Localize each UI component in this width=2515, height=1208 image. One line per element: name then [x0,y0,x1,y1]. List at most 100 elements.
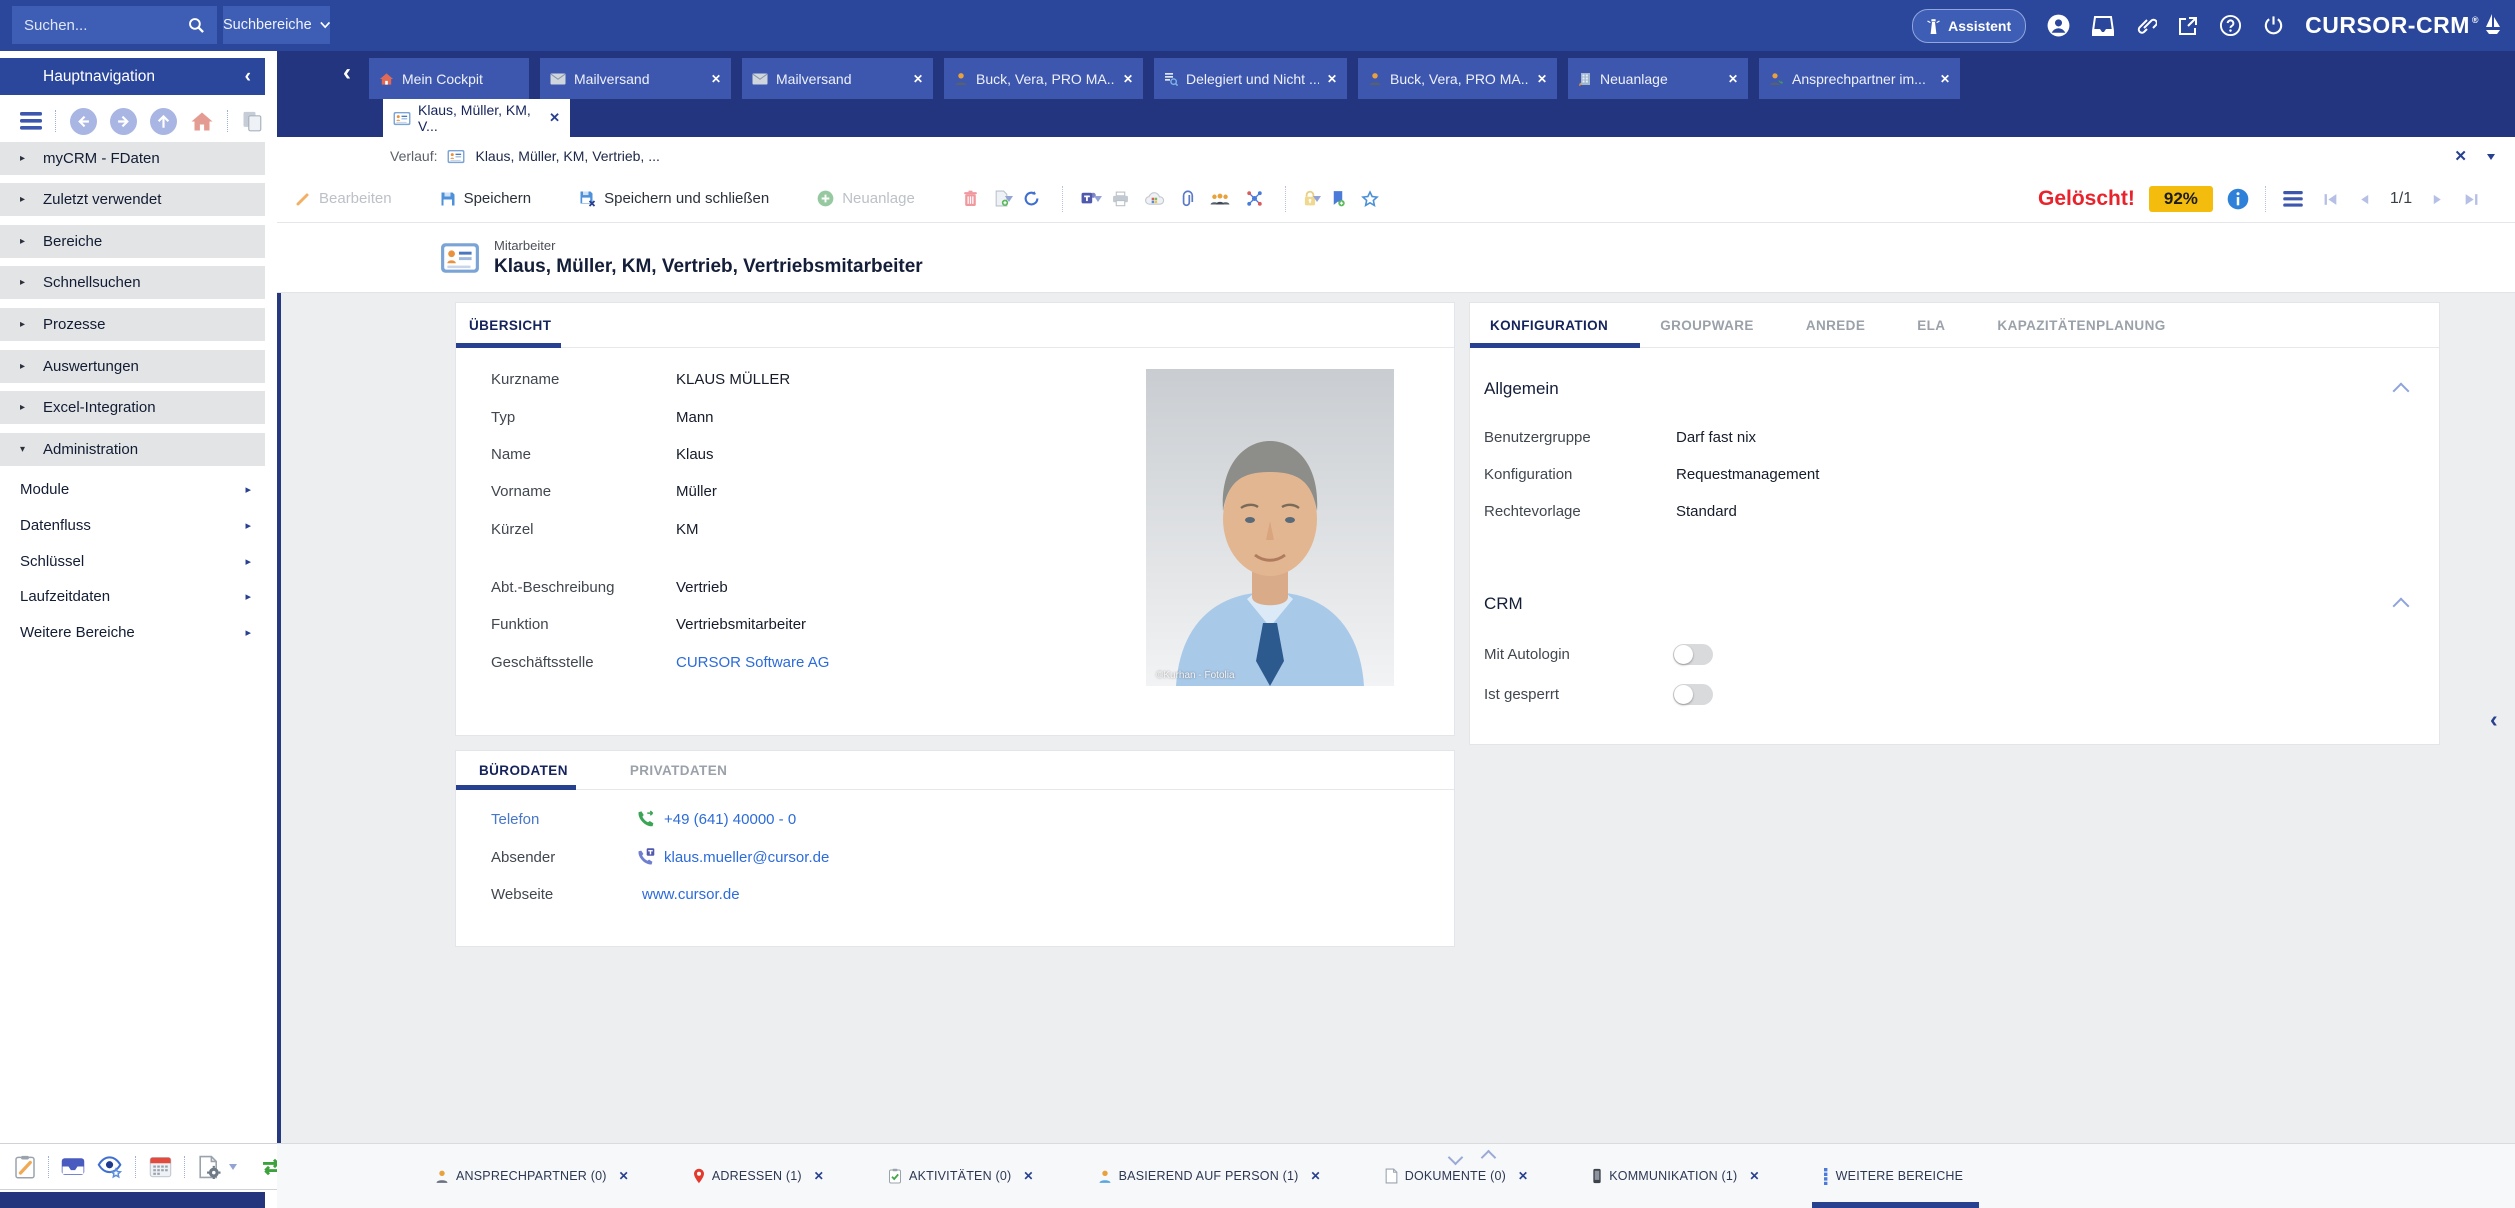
bookmark-add-icon[interactable] [1331,190,1345,207]
sidebar-item-administration[interactable]: ▾Administration [0,433,265,466]
chevron-down-icon[interactable] [1094,196,1102,206]
tab-klaus-mueller-record[interactable]: Klaus, Müller, KM, V... ✕ [383,99,570,137]
sidebar-subitem-datenfluss[interactable]: Datenfluss▸ [0,507,265,543]
sidebar-subitem-schluessel[interactable]: Schlüssel▸ [0,543,265,579]
bottom-tab-ansprechpartner[interactable]: ANSPRECHPARTNER (0) ✕ [435,1144,629,1208]
close-icon[interactable]: ✕ [814,1169,824,1183]
tab-groupware[interactable]: GROUPWARE [1660,318,1754,333]
toggle-ist-gesperrt[interactable] [1673,684,1713,705]
speichern-button[interactable]: Speichern [440,190,532,207]
toggle-mit-autologin[interactable] [1673,644,1713,665]
nav-back-button[interactable] [70,108,97,135]
verlauf-entry[interactable]: Klaus, Müller, KM, Vertrieb, ... [475,148,659,164]
tab-konfiguration[interactable]: KONFIGURATION [1490,318,1608,333]
close-icon[interactable]: ✕ [1123,72,1133,86]
menu-hamburger-icon[interactable] [20,112,42,130]
tab-delegiert[interactable]: Delegiert und Nicht ... ✕ [1154,58,1347,99]
tab-mailversand-2[interactable]: Mailversand ✕ [742,58,933,99]
tab-anrede[interactable]: ANREDE [1806,318,1865,333]
tab-buck-vera-1[interactable]: Buck, Vera, PRO MA... ✕ [944,58,1143,99]
previous-page-icon[interactable] [2358,192,2371,207]
attachment-icon[interactable] [1181,190,1194,207]
next-page-icon[interactable] [2431,192,2444,207]
refresh-icon[interactable] [1023,190,1040,207]
close-icon[interactable]: ✕ [1518,1169,1528,1183]
tabs-scroll-left-icon[interactable]: ‹ [343,59,351,87]
close-icon[interactable]: ✕ [1310,1169,1320,1183]
chevron-down-icon[interactable] [1313,196,1321,206]
search-icon[interactable] [188,17,205,34]
inbox-tray-icon[interactable] [2091,15,2115,37]
bottom-tab-kommunikation[interactable]: KOMMUNIKATION (1) ✕ [1592,1144,1759,1208]
power-logout-icon[interactable] [2262,14,2285,37]
close-icon[interactable]: ✕ [619,1169,629,1183]
tab-buerodaten[interactable]: BÜRODATEN [479,763,568,778]
sidebar-item-prozesse[interactable]: ▸Prozesse [0,308,265,341]
sidebar-item-bereiche[interactable]: ▸Bereiche [0,225,265,258]
tab-mailversand-1[interactable]: Mailversand ✕ [540,58,731,99]
relations-network-icon[interactable] [1246,190,1263,207]
right-panel-collapse-icon[interactable]: ‹ [2490,706,2498,733]
last-page-icon[interactable] [2463,192,2479,207]
bottom-tab-weitere-bereiche[interactable]: WEITERE BEREICHE [1824,1144,1964,1208]
neuanlage-button[interactable]: Neuanlage [817,190,915,207]
search-domains-dropdown[interactable]: Suchbereiche [223,6,330,44]
tab-ela[interactable]: ELA [1917,318,1945,333]
clipboard-edit-icon[interactable] [14,1155,36,1179]
close-icon[interactable]: ✕ [1749,1169,1759,1183]
delete-icon[interactable] [963,190,978,207]
bottom-tab-adressen[interactable]: ADRESSEN (1) ✕ [693,1144,824,1208]
inbox-tray-icon[interactable] [61,1157,85,1176]
sidebar-item-zuletzt-verwendet[interactable]: ▸Zuletzt verwendet [0,183,265,216]
sidebar-item-mycrm-fdaten[interactable]: ▸myCRM - FDaten [0,142,265,175]
tab-uebersicht[interactable]: ÜBERSICHT [469,318,551,333]
chevron-down-icon[interactable] [1005,196,1013,206]
sidebar-subitem-weitere-bereiche[interactable]: Weitere Bereiche▸ [0,614,265,650]
eye-star-icon[interactable] [97,1155,123,1179]
close-icon[interactable]: ✕ [549,110,560,126]
calendar-icon[interactable] [149,1155,172,1178]
copy-paste-icon[interactable] [242,111,263,132]
sidebar-subitem-laufzeitdaten[interactable]: Laufzeitdaten▸ [0,578,265,614]
chevron-down-icon[interactable] [229,1164,237,1174]
close-icon[interactable]: ✕ [2454,147,2467,165]
sidebar-subitem-module[interactable]: Module▸ [0,471,265,507]
nav-up-button[interactable] [150,108,177,135]
collapse-section-icon[interactable] [2393,598,2410,615]
search-input[interactable]: Suchen... [12,6,217,44]
document-settings-icon[interactable] [197,1155,221,1179]
bottom-tab-dokumente[interactable]: DOKUMENTE (0) ✕ [1385,1144,1528,1208]
bottom-tab-aktivitaeten[interactable]: AKTIVITÄTEN (0) ✕ [888,1144,1034,1208]
nav-forward-button[interactable] [110,108,137,135]
link-icon[interactable] [2135,15,2157,37]
close-icon[interactable]: ✕ [913,72,923,86]
tab-ansprechpartner[interactable]: Ansprechpartner im... ✕ [1759,58,1960,99]
sidebar-item-auswertungen[interactable]: ▸Auswertungen [0,350,265,383]
user-account-icon[interactable] [2046,13,2071,38]
tab-kapazitaetenplanung[interactable]: KAPAZITÄTENPLANUNG [1997,318,2165,333]
assistent-button[interactable]: Assistent [1912,9,2026,43]
collapse-section-icon[interactable] [2393,383,2410,400]
team-members-icon[interactable] [1210,192,1230,206]
bottom-tab-basierend-auf-person[interactable]: BASIEREND AUF PERSON (1) ✕ [1098,1144,1321,1208]
geschaeftsstelle-link[interactable]: CURSOR Software AG [676,654,829,671]
first-page-icon[interactable] [2323,192,2339,207]
info-icon[interactable] [2227,188,2249,210]
sidebar-item-excel-integration[interactable]: ▸Excel-Integration [0,391,265,424]
close-icon[interactable]: ✕ [1023,1169,1033,1183]
help-icon[interactable] [2219,14,2242,37]
bearbeiten-button[interactable]: Bearbeiten [295,190,392,207]
menu-hamburger-icon[interactable] [2283,191,2303,207]
tab-neuanlage[interactable]: Neuanlage ✕ [1568,58,1748,99]
tab-buck-vera-2[interactable]: Buck, Vera, PRO MA... ✕ [1358,58,1557,99]
cloud-office-icon[interactable] [1145,191,1165,206]
speichern-und-schliessen-button[interactable]: Speichern und schließen [579,190,769,207]
close-icon[interactable]: ✕ [711,72,721,86]
tab-mein-cockpit[interactable]: Mein Cockpit [369,58,529,99]
print-icon[interactable] [1112,191,1129,207]
home-icon[interactable] [190,111,214,132]
telefon-link[interactable]: +49 (641) 40000 - 0 [664,811,796,828]
absender-link[interactable]: klaus.mueller@cursor.de [664,849,829,866]
chevron-down-icon[interactable] [2487,154,2495,164]
sidebar-collapse-icon[interactable]: ‹ [245,67,251,86]
